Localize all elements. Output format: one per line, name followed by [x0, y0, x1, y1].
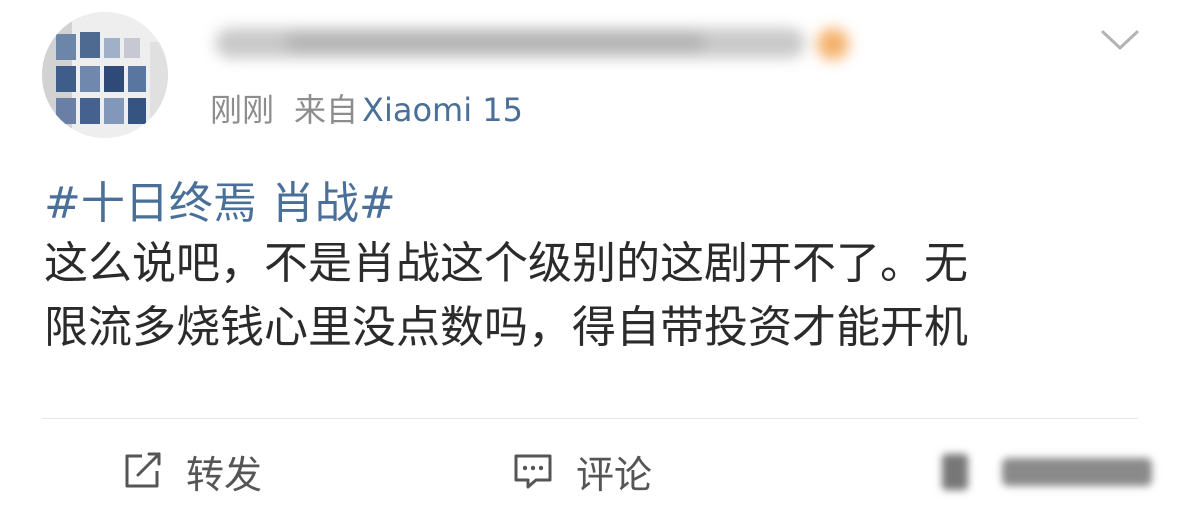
weibo-post-card: 刚刚 来自 Xiaomi 15 #十日终焉 肖战# 这么说吧，不是肖战这个级别的这剧…	[0, 0, 1179, 511]
divider	[42, 418, 1138, 419]
post-meta: 刚刚 来自 Xiaomi 15	[210, 88, 523, 132]
post-time: 刚刚	[210, 91, 275, 129]
post-text-line: 限流多烧钱心里没点数吗，得自带投资才能开机	[44, 302, 968, 353]
avatar-image	[42, 12, 168, 138]
device-link[interactable]: Xiaomi 15	[362, 91, 523, 129]
comment-label: 评论	[576, 452, 653, 497]
comment-icon	[514, 454, 552, 489]
post-text-line: 这么说吧，不是肖战这个级别的这剧开不了。无	[44, 238, 968, 289]
comment-button[interactable]: 评论	[512, 446, 653, 497]
avatar[interactable]	[42, 12, 168, 138]
like-button[interactable]	[942, 446, 1172, 496]
source-label: 来自	[294, 91, 359, 129]
post-content: #十日终焉 肖战# 这么说吧，不是肖战这个级别的这剧开不了。无 限流多烧钱心里没…	[44, 174, 1144, 362]
hashtag-link[interactable]: #十日终焉 肖战#	[44, 174, 1144, 234]
username-blurred[interactable]	[205, 14, 855, 72]
thumbs-up-icon	[942, 448, 1172, 494]
repost-label: 转发	[186, 452, 263, 497]
repost-button[interactable]: 转发	[122, 446, 263, 497]
share-edit-icon	[125, 452, 161, 488]
chevron-down-icon[interactable]	[1100, 28, 1140, 52]
